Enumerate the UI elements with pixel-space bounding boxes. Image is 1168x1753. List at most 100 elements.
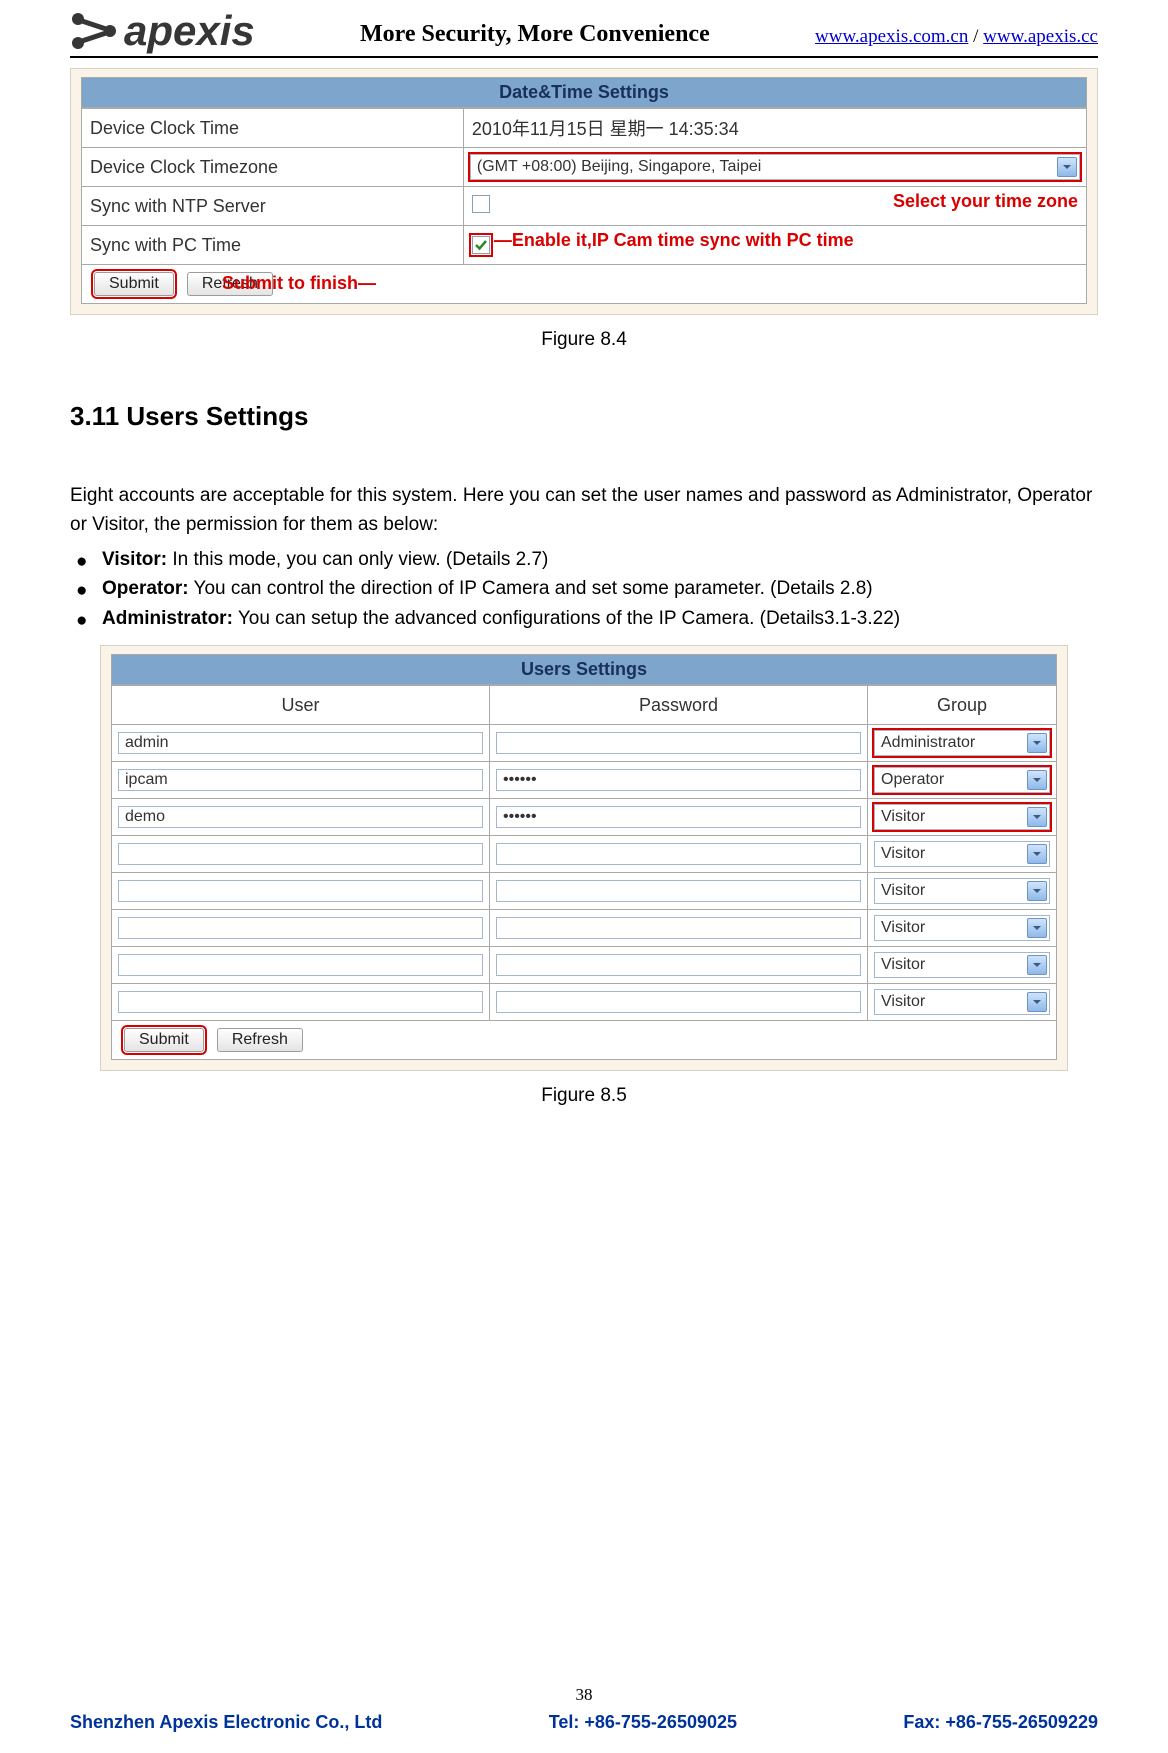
user-row: Visitor — [112, 947, 1057, 984]
figure-8-4-caption: Figure 8.4 — [70, 329, 1098, 351]
users-settings-table: User Password Group admin Administrator ip… — [111, 685, 1057, 1060]
section-heading: 3.11 Users Settings — [70, 401, 1098, 432]
group-value: Visitor — [881, 808, 925, 826]
link-apexis-cn[interactable]: www.apexis.com.cn — [815, 26, 968, 47]
password-input[interactable] — [496, 991, 861, 1013]
brand-logo: apexis — [70, 10, 255, 52]
link-apexis-cc[interactable]: www.apexis.cc — [983, 26, 1098, 47]
timezone-value: (GMT +08:00) Beijing, Singapore, Taipei — [477, 158, 761, 176]
brand-text: apexis — [124, 10, 255, 52]
tagline: More Security, More Convenience — [255, 21, 815, 52]
col-password: Password — [490, 686, 868, 725]
col-user: User — [112, 686, 490, 725]
password-input[interactable] — [496, 917, 861, 939]
col-group: Group — [868, 686, 1057, 725]
value-clock-time: 2010年11月15日 星期一 14:35:34 — [463, 109, 1086, 148]
panel-title: Date&Time Settings — [81, 77, 1087, 108]
chevron-down-icon — [1027, 733, 1047, 753]
user-row: Visitor — [112, 984, 1057, 1021]
group-select[interactable]: Visitor — [874, 915, 1050, 941]
group-value: Visitor — [881, 845, 925, 863]
role-item-administrator: Administrator: You can setup the advance… — [70, 604, 1098, 633]
group-value: Operator — [881, 771, 944, 789]
label-clock-time: Device Clock Time — [82, 109, 464, 148]
group-value: Administrator — [881, 734, 975, 752]
chevron-down-icon — [1027, 807, 1047, 827]
user-input[interactable]: demo — [118, 806, 483, 828]
group-value: Visitor — [881, 993, 925, 1011]
row-ntp: Sync with NTP Server Select your time zo… — [82, 187, 1087, 226]
page-number: 38 — [0, 1685, 1168, 1705]
group-select[interactable]: Visitor — [874, 952, 1050, 978]
annot-submit: Submit to finish— — [222, 273, 376, 294]
chevron-down-icon — [1057, 157, 1077, 177]
users-panel-title: Users Settings — [111, 654, 1057, 685]
section-intro: Eight accounts are acceptable for this s… — [70, 482, 1098, 539]
user-row: Visitor — [112, 873, 1057, 910]
datetime-settings-table: Device Clock Time 2010年11月15日 星期一 14:35:… — [81, 108, 1087, 304]
user-input[interactable] — [118, 917, 483, 939]
chevron-down-icon — [1027, 770, 1047, 790]
users-submit-button[interactable]: Submit — [124, 1028, 204, 1052]
user-input[interactable] — [118, 954, 483, 976]
annot-pc-sync: —Enable it,IP Cam time sync with PC time — [494, 230, 854, 251]
role-item-operator: Operator: You can control the direction … — [70, 574, 1098, 603]
group-select[interactable]: Visitor — [874, 878, 1050, 904]
user-row: Visitor — [112, 910, 1057, 947]
figure-8-5-caption: Figure 8.5 — [70, 1085, 1098, 1107]
users-buttons-row: Submit Refresh — [112, 1021, 1057, 1060]
page-footer: Shenzhen Apexis Electronic Co., Ltd Tel:… — [70, 1712, 1098, 1733]
submit-button[interactable]: Submit — [94, 272, 174, 296]
user-row: demo •••••• Visitor — [112, 799, 1057, 836]
row-pc-sync: Sync with PC Time —Enable it,IP Cam time… — [82, 226, 1087, 265]
password-input[interactable] — [496, 880, 861, 902]
users-header-row: User Password Group — [112, 686, 1057, 725]
users-settings-panel: Users Settings User Password Group admin… — [100, 645, 1068, 1071]
roles-list: Visitor: In this mode, you can only view… — [70, 545, 1098, 633]
group-select[interactable]: Operator — [874, 767, 1050, 793]
users-refresh-button[interactable]: Refresh — [217, 1028, 303, 1052]
label-pc-sync: Sync with PC Time — [82, 226, 464, 265]
datetime-settings-panel: Date&Time Settings Device Clock Time 201… — [70, 68, 1098, 315]
group-select[interactable]: Visitor — [874, 804, 1050, 830]
group-value: Visitor — [881, 919, 925, 937]
share-icon — [70, 11, 118, 51]
footer-tel: Tel: +86-755-26509025 — [549, 1712, 737, 1733]
chevron-down-icon — [1027, 844, 1047, 864]
row-buttons: Submit to finish— Submit Refresh — [82, 265, 1087, 304]
chevron-down-icon — [1027, 918, 1047, 938]
chevron-down-icon — [1027, 881, 1047, 901]
pc-sync-checkbox[interactable] — [472, 236, 490, 254]
label-ntp: Sync with NTP Server — [82, 187, 464, 226]
annot-select-tz: Select your time zone — [893, 191, 1078, 212]
password-input[interactable] — [496, 954, 861, 976]
user-input[interactable]: ipcam — [118, 769, 483, 791]
password-input[interactable]: •••••• — [496, 769, 861, 791]
user-row: admin Administrator — [112, 725, 1057, 762]
role-item-visitor: Visitor: In this mode, you can only view… — [70, 545, 1098, 574]
row-timezone: Device Clock Timezone (GMT +08:00) Beiji… — [82, 148, 1087, 187]
group-select[interactable]: Administrator — [874, 730, 1050, 756]
group-value: Visitor — [881, 956, 925, 974]
user-input[interactable] — [118, 843, 483, 865]
label-timezone: Device Clock Timezone — [82, 148, 464, 187]
password-input[interactable] — [496, 843, 861, 865]
user-input[interactable] — [118, 880, 483, 902]
group-value: Visitor — [881, 882, 925, 900]
user-input[interactable] — [118, 991, 483, 1013]
group-select[interactable]: Visitor — [874, 989, 1050, 1015]
chevron-down-icon — [1027, 992, 1047, 1012]
footer-company: Shenzhen Apexis Electronic Co., Ltd — [70, 1712, 382, 1733]
password-input[interactable]: •••••• — [496, 806, 861, 828]
timezone-select[interactable]: (GMT +08:00) Beijing, Singapore, Taipei — [470, 154, 1080, 180]
footer-fax: Fax: +86-755-26509229 — [903, 1712, 1098, 1733]
page-header: apexis More Security, More Convenience w… — [70, 0, 1098, 58]
header-links: www.apexis.com.cn / www.apexis.cc — [815, 26, 1098, 52]
group-select[interactable]: Visitor — [874, 841, 1050, 867]
ntp-checkbox[interactable] — [472, 195, 490, 213]
user-row: Visitor — [112, 836, 1057, 873]
user-row: ipcam •••••• Operator — [112, 762, 1057, 799]
chevron-down-icon — [1027, 955, 1047, 975]
user-input[interactable]: admin — [118, 732, 483, 754]
password-input[interactable] — [496, 732, 861, 754]
